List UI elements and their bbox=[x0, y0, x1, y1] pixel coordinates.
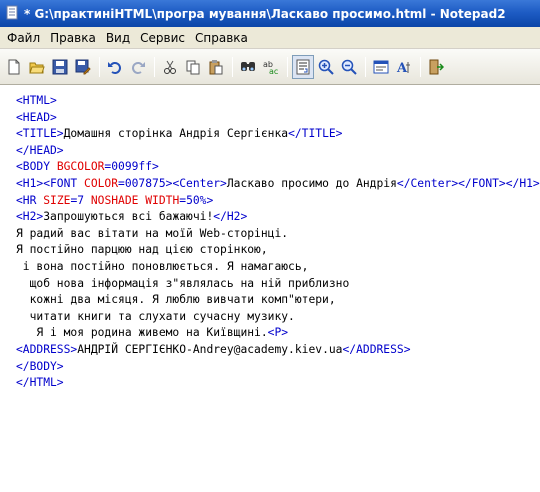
code-line: і вона постійно поновлюється. Я намагаюс… bbox=[16, 259, 540, 276]
redo-icon[interactable] bbox=[127, 55, 149, 79]
toolbar-separator bbox=[99, 56, 100, 77]
font-icon[interactable]: A bbox=[393, 55, 415, 79]
text-token: Домашня сторінка Андрія Сергієнка bbox=[63, 127, 289, 141]
save-as-icon[interactable] bbox=[72, 55, 94, 79]
menu-view[interactable]: Вид bbox=[101, 29, 135, 47]
text-token: Я постійно парцюю над цією сторінкою, bbox=[16, 243, 268, 257]
toolbar: ab ac A bbox=[0, 49, 540, 85]
text-token: Запрошуються всі бажаючі! bbox=[43, 210, 214, 224]
code-line: </HEAD> bbox=[16, 143, 540, 160]
html-tag-token: <HTML> bbox=[16, 94, 57, 107]
code-line: <TITLE>Домашня сторінка Андрія Сергієнка… bbox=[16, 126, 540, 143]
code-line: <H1><FONT COLOR=007875><Center>Ласкаво п… bbox=[16, 176, 540, 193]
title-bar: * G:\практиніHTML\програ мування\Ласкаво… bbox=[0, 0, 540, 27]
code-text: <HTML> <HEAD> <TITLE>Домашня сторінка Андр… bbox=[16, 93, 540, 392]
paste-icon[interactable] bbox=[205, 55, 227, 79]
html-attribute-token: SIZE bbox=[43, 193, 71, 207]
text-token: і вона постійно поновлюється. Я намагаюс… bbox=[16, 259, 309, 273]
code-line: <BODY BGCOLOR=0099ff> bbox=[16, 159, 540, 176]
new-icon[interactable] bbox=[3, 55, 25, 79]
toolbar-separator bbox=[365, 56, 366, 77]
text-token: щоб нова інформація з"являлась на ній пр… bbox=[16, 276, 350, 290]
code-line: кожні два місяця. Я люблю вивчати комп"ю… bbox=[16, 292, 540, 309]
text-token: Я і моя родина живемо на Київщині. bbox=[16, 326, 268, 340]
html-attribute-token: BGCOLOR bbox=[56, 160, 105, 174]
html-tag-token: =007875><Center> bbox=[118, 176, 227, 190]
text-token: кожні два місяця. Я люблю вивчати комп"ю… bbox=[16, 293, 336, 307]
copy-icon[interactable] bbox=[182, 55, 204, 79]
svg-text:ac: ac bbox=[269, 67, 278, 75]
text-token: читати книги та слухати сучасну музику. bbox=[16, 309, 295, 323]
menu-edit[interactable]: Правка bbox=[45, 29, 101, 47]
svg-text:A: A bbox=[396, 61, 408, 75]
html-tag-token: <TITLE> bbox=[16, 127, 64, 141]
code-line: </HTML> bbox=[16, 375, 540, 392]
html-tag-token: <HR bbox=[16, 193, 44, 207]
notepad2-window: * G:\практиніHTML\програ мування\Ласкаво… bbox=[0, 0, 540, 492]
replace-icon[interactable]: ab ac bbox=[260, 55, 282, 79]
find-icon[interactable] bbox=[237, 55, 259, 79]
code-line: <ADDRESS>АНДРІЙ СЕРГІЄНКО-Andrey@academy… bbox=[16, 342, 540, 359]
text-token: Я радий вас вітати на моїй Web-сторінці. bbox=[16, 226, 289, 240]
editor-area[interactable]: <HTML> <HEAD> <TITLE>Домашня сторінка Андр… bbox=[0, 86, 540, 492]
html-tag-token: </HTML> bbox=[16, 376, 64, 390]
html-tag-token: <P> bbox=[267, 326, 289, 340]
toolbar-separator bbox=[287, 56, 288, 77]
zoom-out-icon[interactable] bbox=[338, 55, 360, 79]
html-tag-token: </BODY> bbox=[16, 359, 64, 373]
html-tag-token: <H2> bbox=[16, 210, 44, 224]
toolbar-separator bbox=[154, 56, 155, 77]
code-line: </BODY> bbox=[16, 359, 540, 376]
menu-file[interactable]: Файл bbox=[2, 29, 45, 47]
code-line: читати книги та слухати сучасну музику. bbox=[16, 309, 540, 326]
menu-service[interactable]: Сервис bbox=[135, 29, 190, 47]
menu-bar: Файл Правка Вид Сервис Справка bbox=[0, 27, 540, 49]
open-icon[interactable] bbox=[26, 55, 48, 79]
html-tag-token: </TITLE> bbox=[288, 127, 343, 141]
html-attribute-token: COLOR bbox=[84, 176, 119, 190]
html-tag-token: </ADDRESS> bbox=[342, 342, 411, 356]
code-line: Я радий вас вітати на моїй Web-сторінці. bbox=[16, 226, 540, 243]
notepad-document-icon bbox=[6, 5, 19, 23]
code-line: <HTML> bbox=[16, 93, 540, 110]
toolbar-separator bbox=[420, 56, 421, 77]
html-tag-token: =7 bbox=[70, 193, 91, 207]
html-tag-token: <BODY bbox=[16, 160, 57, 174]
code-line: Я і моя родина живемо на Київщині.<P> bbox=[16, 325, 540, 342]
window-title: * G:\практиніHTML\програ мування\Ласкаво… bbox=[24, 6, 506, 21]
code-line: <HR SIZE=7 NOSHADE WIDTH=50%> bbox=[16, 193, 540, 210]
menu-help[interactable]: Справка bbox=[190, 29, 253, 47]
text-token: Ласкаво просимо до Андрія bbox=[226, 176, 397, 190]
exit-icon[interactable] bbox=[425, 55, 447, 79]
html-tag-token: </Center></FONT></H1> bbox=[396, 176, 540, 190]
code-line: <H2>Запрошуються всі бажаючі!</H2> bbox=[16, 209, 540, 226]
toolbar-separator bbox=[232, 56, 233, 77]
html-tag-token: =50%> bbox=[179, 193, 214, 207]
code-line: <HEAD> bbox=[16, 110, 540, 127]
html-tag-token: <ADDRESS> bbox=[16, 342, 78, 356]
scheme-icon[interactable] bbox=[370, 55, 392, 79]
html-tag-token: </HEAD> bbox=[16, 143, 64, 157]
save-icon[interactable] bbox=[49, 55, 71, 79]
code-line: щоб нова інформація з"являлась на ній пр… bbox=[16, 276, 540, 293]
html-tag-token: =0099ff> bbox=[104, 160, 159, 174]
html-tag-token: <HEAD> bbox=[16, 110, 57, 124]
html-attribute-token: NOSHADE WIDTH bbox=[90, 193, 180, 207]
code-line: Я постійно парцюю над цією сторінкою, bbox=[16, 242, 540, 259]
text-token: АНДРІЙ СЕРГІЄНКО-Andrey@academy.kiev.ua bbox=[77, 342, 343, 356]
cut-icon[interactable] bbox=[159, 55, 181, 79]
undo-icon[interactable] bbox=[104, 55, 126, 79]
html-tag-token: </H2> bbox=[213, 210, 248, 224]
zoom-in-icon[interactable] bbox=[315, 55, 337, 79]
word-wrap-icon[interactable] bbox=[292, 54, 314, 79]
html-tag-token: <H1><FONT bbox=[16, 176, 85, 190]
